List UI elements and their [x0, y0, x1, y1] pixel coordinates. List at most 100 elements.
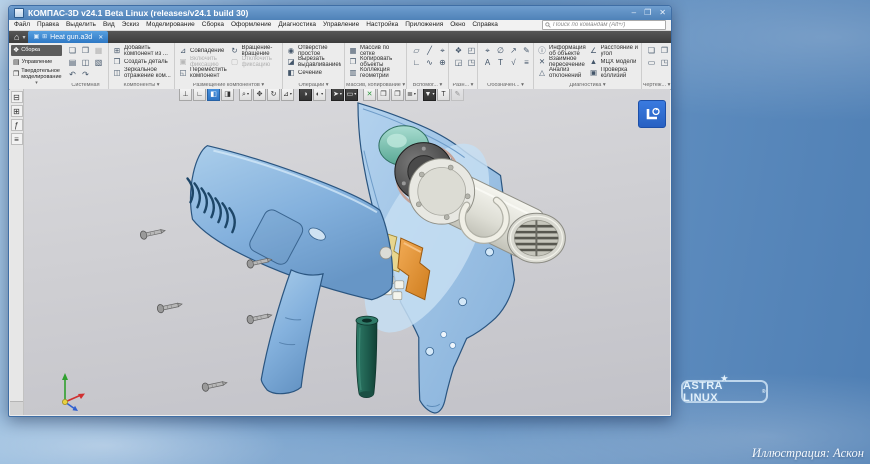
- preview-icon[interactable]: ◫: [79, 57, 92, 69]
- datum-curve-icon[interactable]: ∿: [423, 57, 436, 69]
- deviation-analysis-button[interactable]: △Анализ отклонений: [537, 67, 587, 78]
- redo-icon[interactable]: ↷: [79, 69, 92, 81]
- tab-heat-gun[interactable]: ▣ ⊞ Heat gun.a3d ✕: [28, 31, 108, 43]
- drawing-detail-icon[interactable]: ▭: [645, 57, 658, 69]
- design-tree-panel-button[interactable]: ⊟: [11, 91, 23, 103]
- home-icon[interactable]: ⌂: [12, 33, 21, 42]
- copy-objects-button[interactable]: ❐Копировать объекты: [348, 56, 403, 67]
- geometry-collection-button[interactable]: ▥Коллекция геометрии: [348, 67, 403, 78]
- close-button[interactable]: ✕: [659, 9, 666, 17]
- simple-hole-button[interactable]: ◉Отверстие простое: [286, 45, 341, 56]
- print-icon[interactable]: ▤: [66, 57, 79, 69]
- viewport-3d[interactable]: ⊥∟◧◨⌕▾✥↻⊿▾◑◐▾➤▾▭▾✕❒❐≣▾▼▾T✎: [24, 89, 670, 415]
- menu-item-2[interactable]: Правка: [37, 22, 59, 29]
- dimension-icon[interactable]: ⌖: [481, 45, 494, 57]
- open-document-icon[interactable]: ❒: [79, 45, 92, 57]
- distance-angle-button[interactable]: ∠Расстояние и угол: [589, 45, 639, 56]
- command-search[interactable]: [542, 20, 666, 30]
- orientation-cube-button[interactable]: [638, 100, 666, 128]
- drawing-layout-icon[interactable]: ◳: [658, 57, 671, 69]
- maximize-button[interactable]: ❐: [644, 9, 651, 17]
- local-csys-icon[interactable]: ∟: [410, 57, 423, 69]
- menu-item-6[interactable]: Моделирование: [146, 22, 195, 29]
- model-cord-grip[interactable]: [356, 316, 378, 398]
- text-icon[interactable]: Т: [494, 57, 507, 69]
- zoom-button[interactable]: ⌕▾: [239, 89, 252, 101]
- variables-panel-button[interactable]: ƒ: [11, 119, 23, 131]
- composition-panel-button[interactable]: ⊞: [11, 105, 23, 117]
- exclude-objects-button[interactable]: ✕: [363, 89, 376, 101]
- stamp-icon[interactable]: ▧: [92, 57, 105, 69]
- mass-properties-button[interactable]: ▲МЦХ модели: [589, 56, 639, 67]
- mirror-component-button[interactable]: ◫Зеркальное отражение ком...: [112, 67, 171, 78]
- heat-gun-model[interactable]: [24, 89, 670, 415]
- quick-display-button[interactable]: ◑: [299, 89, 312, 101]
- menu-item-8[interactable]: Оформление: [231, 22, 271, 29]
- pan-button[interactable]: ✥: [253, 89, 266, 101]
- title-bar[interactable]: КОМПАС-3D v24.1 Beta Linux (releases/v24…: [9, 6, 671, 20]
- selection-mode-button[interactable]: ➤▾: [331, 89, 344, 101]
- assemble-icon[interactable]: ◳: [465, 57, 478, 69]
- slice-icon[interactable]: ◲: [452, 57, 465, 69]
- menu-item-14[interactable]: Справка: [472, 22, 498, 29]
- frame-selection-button[interactable]: ▭▾: [345, 89, 358, 101]
- perpendicular-button[interactable]: ⊥: [179, 89, 192, 101]
- arrange-components-icon[interactable]: ◰: [465, 45, 478, 57]
- mutual-intersection-button[interactable]: ✕Взаимное пересечение: [537, 56, 587, 67]
- tolerance-frame-icon[interactable]: ≡: [520, 57, 533, 69]
- menu-item-5[interactable]: Эскиз: [122, 22, 139, 29]
- mate-coincident-button[interactable]: ⊿Совпадение: [178, 45, 228, 56]
- menu-item-11[interactable]: Настройка: [366, 22, 398, 29]
- orientation-xyz-button[interactable]: ∟: [193, 89, 206, 101]
- explode-view-icon[interactable]: ❖: [452, 45, 465, 57]
- properties-panel-button[interactable]: ≡: [11, 133, 23, 145]
- mode-tab-assembly[interactable]: ❖Сборка: [11, 45, 62, 56]
- collision-check-button[interactable]: ▣Проверка коллизий: [589, 67, 639, 78]
- connection-point-icon[interactable]: ⊕: [436, 57, 449, 69]
- menu-item-12[interactable]: Приложения: [405, 22, 443, 29]
- move-component-button[interactable]: ◱Переместить компонент: [178, 67, 228, 78]
- mode-caret-icon[interactable]: ▾: [11, 81, 62, 86]
- cut-extrude-button[interactable]: ◪Вырезать выдавливанием: [286, 56, 341, 67]
- datum-plane-icon[interactable]: ▱: [410, 45, 423, 57]
- note-icon[interactable]: ✎: [520, 45, 533, 57]
- hide-components-button[interactable]: ❐: [391, 89, 404, 101]
- drawing-section-icon[interactable]: ❐: [658, 45, 671, 57]
- filter-objects-button[interactable]: ▼▾: [423, 89, 436, 101]
- rotate-view-button[interactable]: ↻: [267, 89, 280, 101]
- datum-axis-icon[interactable]: ╱: [423, 45, 436, 57]
- menu-item-1[interactable]: Файл: [14, 22, 30, 29]
- create-part-button[interactable]: ❒Создать деталь: [112, 56, 171, 67]
- tab-close-icon[interactable]: ✕: [98, 34, 103, 41]
- dimensions-display-button[interactable]: T: [437, 89, 450, 101]
- menu-item-4[interactable]: Вид: [103, 22, 115, 29]
- isometry-view-button[interactable]: ◧: [207, 89, 220, 101]
- section-button[interactable]: ◧Сечение: [286, 67, 341, 78]
- display-options-button[interactable]: ≣▾: [405, 89, 418, 101]
- menu-item-10[interactable]: Управление: [323, 22, 359, 29]
- drawing-view-icon[interactable]: ❏: [645, 45, 658, 57]
- command-search-input[interactable]: [553, 22, 663, 29]
- section-display-button[interactable]: ❒: [377, 89, 390, 101]
- chevron-down-icon[interactable]: ▾: [21, 34, 28, 41]
- coordinate-systems-button[interactable]: ⊿▾: [281, 89, 294, 101]
- menu-item-13[interactable]: Окно: [450, 22, 465, 29]
- datum-label-icon[interactable]: А: [481, 57, 494, 69]
- undo-icon[interactable]: ↶: [66, 69, 79, 81]
- mode-tab-solid-modeling[interactable]: ❐Твердотельное моделирование: [11, 69, 62, 80]
- minimize-button[interactable]: –: [632, 9, 636, 17]
- menu-item-3[interactable]: Выделить: [66, 22, 96, 29]
- mate-rotation-button[interactable]: ↻Вращение-вращение: [230, 45, 280, 56]
- add-component-button[interactable]: ⊞Добавить компонент из ...: [112, 45, 171, 56]
- render-mode-button[interactable]: ◐▾: [313, 89, 326, 101]
- saved-views-button[interactable]: ◨: [221, 89, 234, 101]
- new-document-icon[interactable]: ❏: [66, 45, 79, 57]
- menu-item-7[interactable]: Сборка: [202, 22, 224, 29]
- diameter-icon[interactable]: ∅: [494, 45, 507, 57]
- mode-tab-management[interactable]: ▤Управление: [11, 57, 62, 68]
- leader-icon[interactable]: ↗: [507, 45, 520, 57]
- roughness-icon[interactable]: √: [507, 57, 520, 69]
- object-info-button[interactable]: ⓘИнформация об объекте: [537, 45, 587, 56]
- datum-point-icon[interactable]: ⌖: [436, 45, 449, 57]
- menu-item-9[interactable]: Диагностика: [278, 22, 316, 29]
